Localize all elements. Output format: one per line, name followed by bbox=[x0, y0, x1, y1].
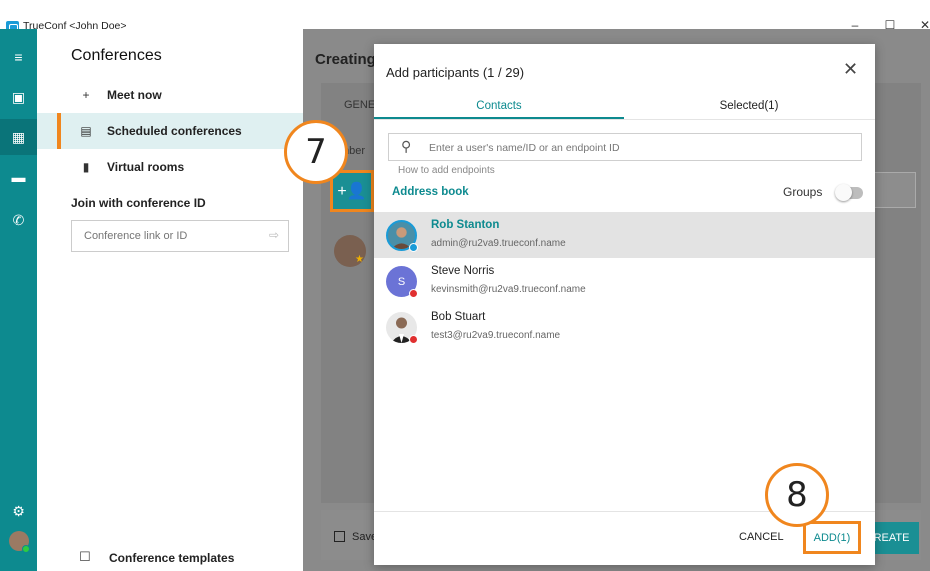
menu-icon[interactable]: ≡ bbox=[0, 39, 37, 75]
sidebar-item-label: Virtual rooms bbox=[107, 160, 185, 174]
contact-email: kevinsmith@ru2va9.trueconf.name bbox=[431, 284, 586, 295]
status-indicator bbox=[409, 243, 418, 252]
contact-row-steve-norris[interactable]: S Steve Norris kevinsmith@ru2va9.truecon… bbox=[374, 258, 875, 304]
tab-selected[interactable]: Selected(1) bbox=[624, 100, 874, 112]
groups-toggle[interactable] bbox=[835, 184, 863, 201]
save-template-checkbox[interactable]: Save bbox=[334, 531, 377, 543]
bookmark-icon: ☐ bbox=[79, 549, 91, 564]
sidebar-item-scheduled-conferences[interactable]: ▤ Scheduled conferences bbox=[37, 113, 303, 149]
chat-icon[interactable]: ▬ bbox=[0, 159, 37, 195]
join-conference-label: Join with conference ID bbox=[71, 196, 206, 210]
step-7-callout: 7 bbox=[284, 120, 348, 184]
groups-label: Groups bbox=[783, 185, 823, 199]
add-button[interactable]: ADD(1) bbox=[803, 521, 861, 554]
owner-star-icon: ★ bbox=[355, 254, 364, 265]
close-icon[interactable]: ✕ bbox=[843, 59, 858, 80]
tab-contacts[interactable]: Contacts bbox=[374, 100, 624, 112]
tab-divider bbox=[374, 119, 875, 120]
conferences-icon[interactable]: ▦ bbox=[0, 119, 37, 155]
how-to-add-endpoints-link[interactable]: How to add endpoints bbox=[398, 165, 495, 176]
sidebar-item-meet-now[interactable]: + Meet now bbox=[37, 77, 303, 113]
tab-general[interactable]: GENE bbox=[344, 99, 375, 111]
search-person-icon: ⚲ bbox=[401, 138, 412, 154]
online-status-icon bbox=[22, 545, 30, 553]
sidebar-item-label: Meet now bbox=[107, 88, 162, 102]
main-input-field[interactable] bbox=[872, 172, 916, 208]
status-indicator bbox=[409, 289, 418, 298]
step-8-callout: 8 bbox=[765, 463, 829, 527]
status-indicator bbox=[409, 335, 418, 344]
contact-name: Steve Norris bbox=[431, 265, 495, 277]
contact-email: admin@ru2va9.trueconf.name bbox=[431, 238, 566, 249]
participant-search-field[interactable]: ⚲ Enter a user's name/ID or an endpoint … bbox=[388, 133, 862, 161]
checkbox-icon bbox=[334, 531, 345, 542]
settings-icon[interactable]: ⚙ bbox=[0, 493, 37, 529]
navigation-rail: ≡ ▣ ▦ ▬ ✆ ⚙ bbox=[0, 29, 37, 571]
address-book-label[interactable]: Address book bbox=[392, 186, 469, 198]
sidebar-item-virtual-rooms[interactable]: ▮ Virtual rooms bbox=[37, 149, 303, 185]
door-icon: ▮ bbox=[82, 160, 90, 174]
contacts-icon[interactable]: ▣ bbox=[0, 79, 37, 115]
contact-name: Rob Stanton bbox=[431, 219, 500, 231]
page-title: Creating bbox=[315, 51, 376, 68]
calendar-icon: ▤ bbox=[80, 124, 92, 138]
contact-email: test3@ru2va9.trueconf.name bbox=[431, 330, 561, 341]
conference-templates-link[interactable]: ☐ Conference templates bbox=[37, 544, 303, 571]
contact-row-rob-stanton[interactable]: Rob Stanton admin@ru2va9.trueconf.name bbox=[374, 212, 875, 258]
join-arrow-icon[interactable]: ⇨ bbox=[269, 228, 279, 242]
sidebar-title: Conferences bbox=[71, 47, 162, 64]
call-history-icon[interactable]: ✆ bbox=[0, 202, 37, 238]
cancel-button[interactable]: CANCEL bbox=[739, 531, 784, 543]
dialog-title: Add participants (1 / 29) bbox=[386, 65, 525, 80]
conference-id-input[interactable] bbox=[71, 220, 289, 252]
sidebar-item-label: Scheduled conferences bbox=[107, 124, 242, 138]
contact-name: Bob Stuart bbox=[431, 311, 486, 323]
templates-label: Conference templates bbox=[109, 551, 235, 565]
search-placeholder: Enter a user's name/ID or an endpoint ID bbox=[429, 142, 620, 154]
conferences-sidebar: Conferences + Meet now ▤ Scheduled confe… bbox=[37, 29, 303, 571]
plus-icon: + bbox=[82, 88, 90, 102]
contact-row-bob-stuart[interactable]: Bob Stuart test3@ru2va9.trueconf.name bbox=[374, 304, 875, 350]
